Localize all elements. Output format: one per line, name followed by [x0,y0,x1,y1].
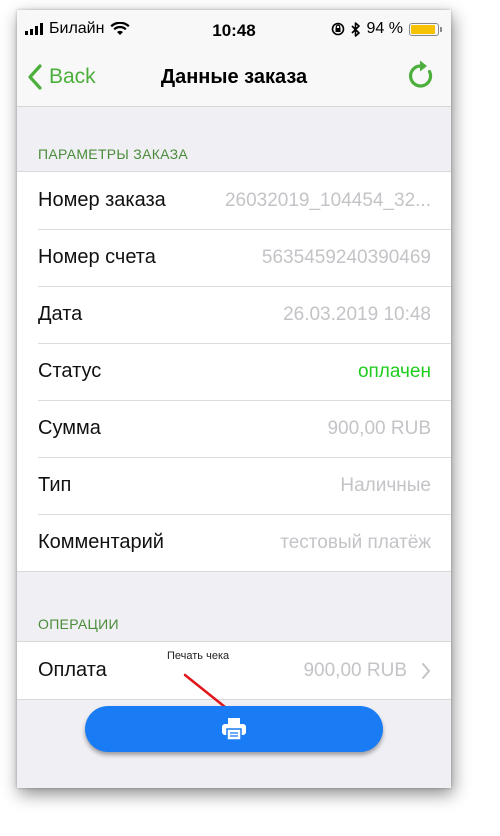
row-status: Статус оплачен [17,343,451,400]
row-value: 900,00 RUB [327,418,431,439]
status-bar: Билайн 10:48 94 % [17,10,451,50]
row-value: 26032019_104454_32... [224,190,431,211]
print-tooltip: Печать чека [167,650,230,662]
page-title: Данные заказа [160,66,308,88]
row-comment: Комментарий тестовый платёж [17,514,451,571]
row-label: Статус [38,360,102,382]
row-label: Номер счета [38,246,156,268]
row-label: Дата [38,303,83,325]
status-right: 94 % [331,20,442,38]
chevron-right-icon [422,663,430,679]
row-value: Наличные [340,475,431,496]
row-value: 26.03.2019 10:48 [283,304,431,325]
rotation-lock-icon [331,22,344,36]
battery-icon [409,22,442,36]
row-order-number: Номер заказа 26032019_104454_32... [17,172,451,229]
row-amount: Сумма 900,00 RUB [17,400,451,457]
row-label: Сумма [38,417,101,439]
bluetooth-icon [350,21,360,37]
phone-screen: Билайн 10:48 94 % Back Данные заказа ПАР… [17,10,451,788]
row-value: 5635459240390469 [261,247,431,268]
nav-bar: Back Данные заказа [17,50,451,107]
row-date: Дата 26.03.2019 10:48 [17,286,451,343]
row-label: Номер заказа [38,189,166,211]
printer-icon [222,718,246,741]
row-label: Оплата [38,659,107,681]
row-label: Комментарий [38,531,164,553]
row-value: тестовый платёж [280,532,431,553]
row-payment-operation[interactable]: Оплата 900,00 RUB [17,642,451,699]
battery-percent: 94 % [366,20,403,37]
section-header-operations: ОПЕРАЦИИ [38,616,119,632]
battery-fill [411,24,436,34]
section-header-order-params: ПАРАМЕТРЫ ЗАКАЗА [38,146,189,162]
row-type: Тип Наличные [17,457,451,514]
row-label: Тип [38,474,72,496]
row-value: 900,00 RUB [303,660,407,681]
operations-group: Оплата 900,00 RUB [17,641,451,700]
status-badge: оплачен [357,361,431,382]
print-receipt-button[interactable] [85,706,383,752]
row-invoice-number: Номер счета 5635459240390469 [17,229,451,286]
refresh-icon[interactable] [405,60,437,92]
order-params-group: Номер заказа 26032019_104454_32... Номер… [17,171,451,572]
